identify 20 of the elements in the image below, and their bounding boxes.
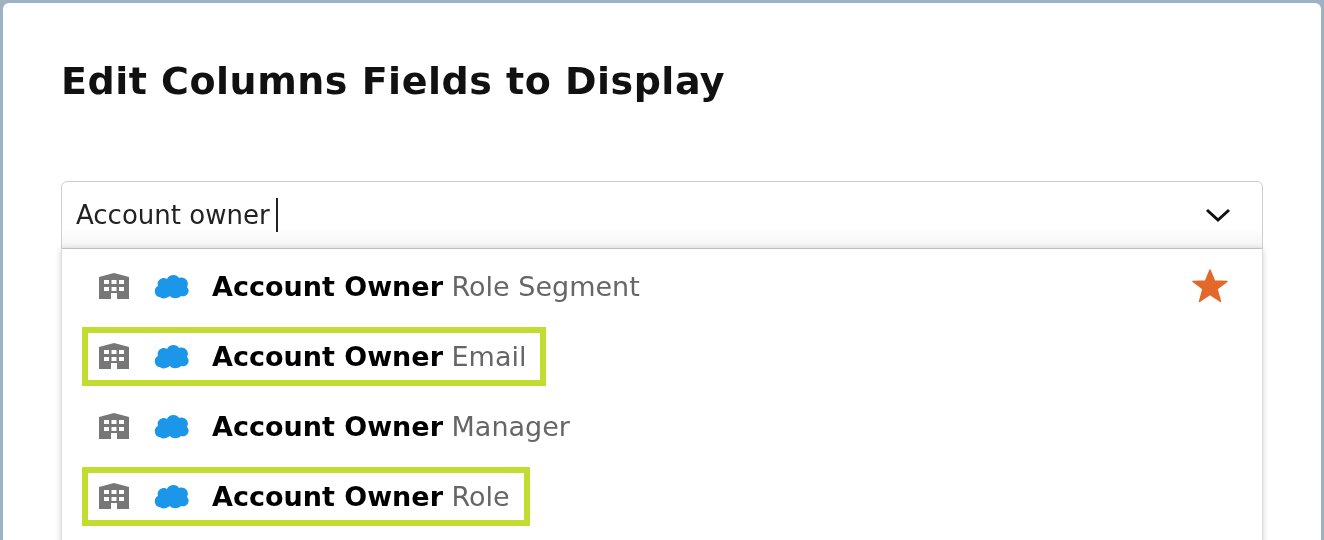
building-icon [98,342,130,370]
dropdown-option[interactable]: Account Owner Role Segment [62,251,1262,321]
cloud-icon [152,483,190,509]
search-field[interactable]: Account owner [61,181,1263,249]
dialog-title: Edit Columns Fields to Display [61,58,727,105]
dropdown-option[interactable]: Account Owner Role [62,461,1262,531]
building-icon [98,482,130,510]
cloud-icon [152,413,190,439]
cloud-icon [152,343,190,369]
building-icon [98,272,130,300]
chevron-down-icon[interactable] [1204,207,1232,223]
dropdown-option[interactable]: Account Owner Email [62,321,1262,391]
building-icon [98,412,130,440]
cloud-icon [152,273,190,299]
star-icon[interactable] [1192,269,1228,303]
option-label: Account Owner Role [212,480,510,512]
option-label: Account Owner Email [212,340,527,372]
option-label: Account Owner Manager [212,410,570,442]
option-label: Account Owner Role Segment [212,270,640,302]
dropdown-option[interactable]: Account Owner Manager [62,391,1262,461]
